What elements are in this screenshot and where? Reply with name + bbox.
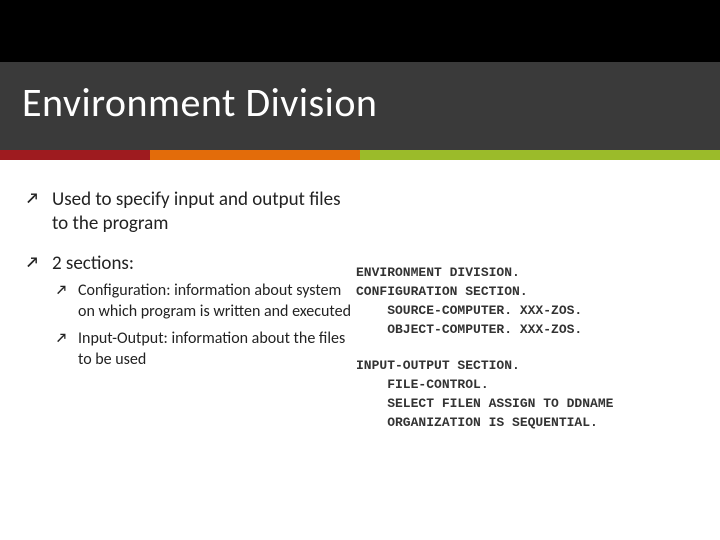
bullet-item: 2 sections: Configuration: information a… <box>22 252 352 371</box>
strip-red <box>0 150 150 160</box>
sub-bullet-item: Configuration: information about system … <box>52 281 352 323</box>
bullet-text: 2 sections: <box>52 252 134 275</box>
code-example: ENVIRONMENT DIVISION. CONFIGURATION SECT… <box>356 264 698 433</box>
code-column: ENVIRONMENT DIVISION. CONFIGURATION SECT… <box>352 188 698 433</box>
code-line: CONFIGURATION SECTION. <box>356 284 528 299</box>
bullet-item: Used to specify input and output files t… <box>22 188 352 236</box>
slide-title: Environment Division <box>22 78 377 127</box>
code-line: ORGANIZATION IS SEQUENTIAL. <box>356 415 598 430</box>
strip-orange <box>150 150 360 160</box>
code-line: SOURCE-COMPUTER. XXX-ZOS. <box>356 303 582 318</box>
code-line: FILE-CONTROL. <box>356 377 489 392</box>
slide-body: Used to specify input and output files t… <box>0 160 720 433</box>
accent-strip <box>0 150 720 160</box>
code-line: SELECT FILEN ASSIGN TO DDNAME <box>356 396 613 411</box>
strip-green <box>360 150 720 160</box>
code-line: INPUT-OUTPUT SECTION. <box>356 358 520 373</box>
text-column: Used to specify input and output files t… <box>22 188 352 433</box>
code-line: ENVIRONMENT DIVISION. <box>356 265 520 280</box>
slide-header: Environment Division <box>0 0 720 150</box>
code-line: OBJECT-COMPUTER. XXX-ZOS. <box>356 322 582 337</box>
sub-bullet-item: Input-Output: information about the file… <box>52 329 352 371</box>
